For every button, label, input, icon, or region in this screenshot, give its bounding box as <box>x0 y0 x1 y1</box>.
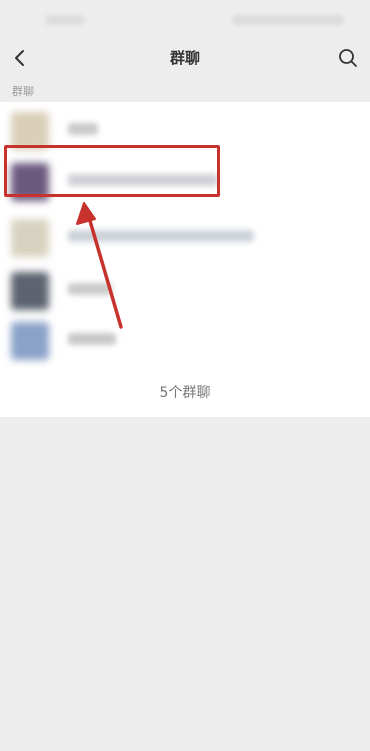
page-title: 群聊 <box>169 49 200 67</box>
group-item-5[interactable] <box>0 312 370 368</box>
status-time-blur <box>45 15 85 25</box>
group-count: 5个群聊 <box>159 385 211 401</box>
group-name-redacted <box>68 283 112 295</box>
group-avatar <box>11 322 49 360</box>
group-name-redacted <box>68 230 254 242</box>
section-label: 群聊 <box>12 85 34 98</box>
group-avatar <box>11 272 49 310</box>
group-avatar <box>11 219 49 257</box>
nav-bar: 群聊 <box>0 40 370 76</box>
group-item-3[interactable] <box>0 209 370 265</box>
group-name-redacted <box>68 123 98 135</box>
group-item-4[interactable] <box>0 262 370 318</box>
status-icons-blur <box>232 15 344 25</box>
status-bar <box>0 0 370 40</box>
search-icon <box>339 49 357 67</box>
highlight-box <box>4 145 220 197</box>
group-name-redacted <box>68 333 116 345</box>
search-button[interactable] <box>334 44 362 72</box>
